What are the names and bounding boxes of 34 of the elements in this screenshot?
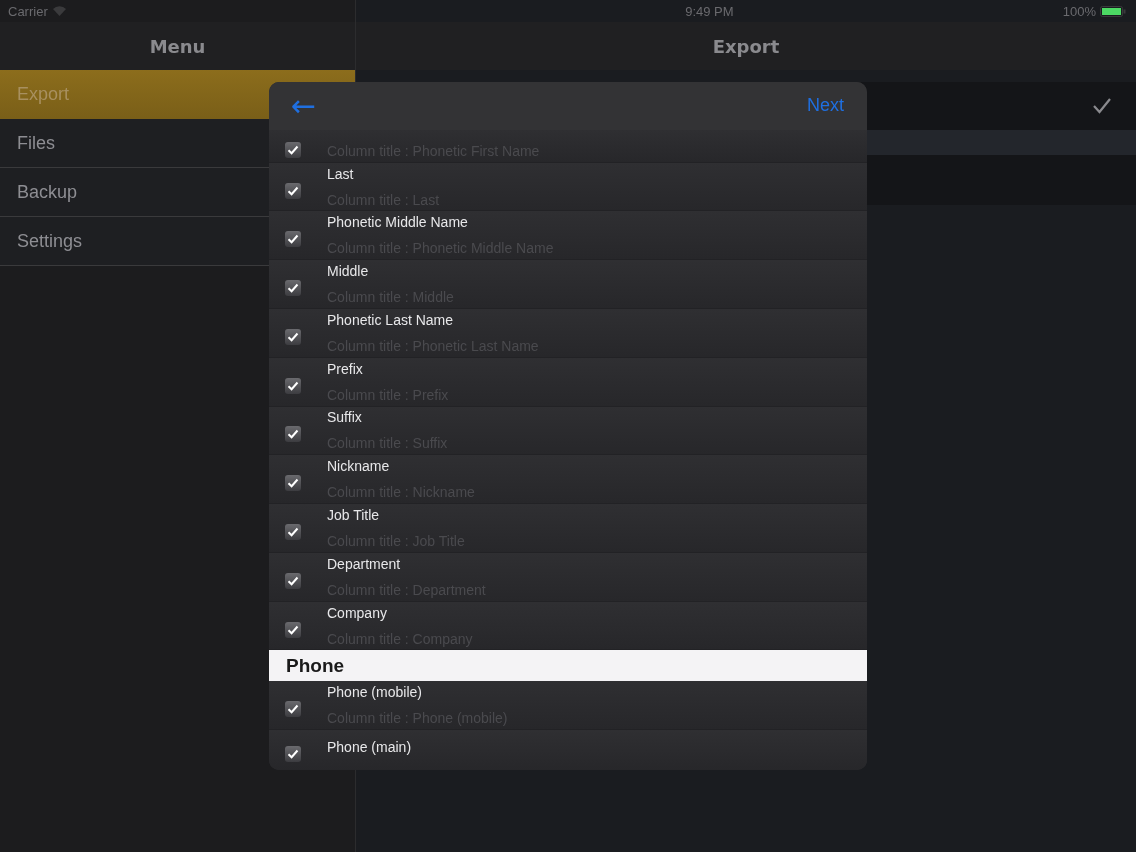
field-name: Prefix	[327, 360, 364, 377]
field-name: Job Title	[327, 507, 381, 523]
checkbox[interactable]	[285, 746, 301, 762]
checkbox[interactable]	[285, 621, 301, 638]
field-name: Middle	[327, 263, 370, 280]
carrier-label: Carrier	[8, 3, 48, 19]
section-header: Phone	[269, 650, 867, 682]
battery-label: 100%	[1062, 3, 1096, 19]
field-name: Suffix	[327, 409, 363, 426]
checkbox[interactable]	[285, 475, 301, 492]
checkbox[interactable]	[285, 280, 301, 297]
field-name: Phonetic Last Name	[327, 311, 455, 328]
checkbox[interactable]	[285, 572, 301, 589]
checkbox[interactable]	[285, 377, 301, 394]
checkbox[interactable]	[285, 141, 301, 158]
export-title: Export	[712, 35, 780, 57]
checkbox[interactable]	[285, 426, 301, 443]
checkbox[interactable]	[285, 182, 301, 199]
field-name: Company	[327, 604, 388, 621]
checkbox[interactable]	[285, 231, 301, 248]
menu-title: Menu	[149, 35, 206, 57]
field-name: Nickname	[327, 458, 391, 475]
field-name: Phone (main)	[327, 739, 412, 755]
checkbox[interactable]	[285, 524, 301, 540]
field-name: Phone (mobile)	[327, 684, 423, 701]
battery-icon	[1100, 5, 1126, 17]
next-button[interactable]: Next	[807, 95, 844, 117]
wifi-icon	[52, 6, 66, 16]
status-time: 9:49 PM	[684, 3, 735, 19]
field-name: Department	[327, 555, 402, 572]
field-name: Last	[327, 165, 355, 182]
checkbox[interactable]	[285, 328, 301, 345]
back-button[interactable]: ←	[291, 90, 317, 121]
checkbox[interactable]	[285, 701, 301, 718]
